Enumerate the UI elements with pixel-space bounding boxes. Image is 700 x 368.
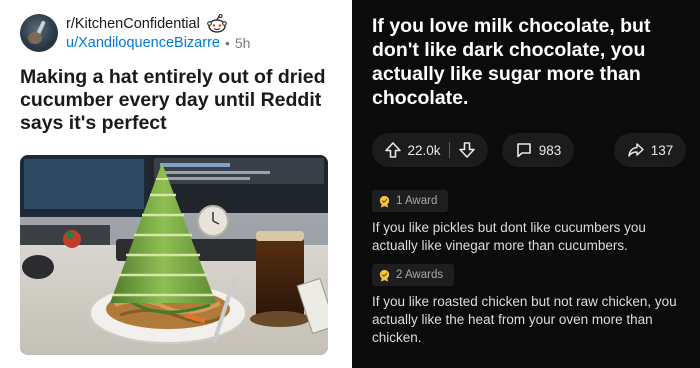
left-post-panel: r/KitchenConfidential u/XandiloquenceBiz… [0, 0, 352, 368]
post-title[interactable]: Making a hat entirely out of dried cucum… [20, 66, 342, 135]
right-post-panel: If you love milk chocolate, but don't li… [352, 0, 700, 368]
award-badge[interactable]: 1 Award [372, 190, 448, 212]
award-icon [379, 269, 390, 282]
award-label: 1 Award [396, 195, 438, 207]
post-header: r/KitchenConfidential u/XandiloquenceBiz… [20, 14, 250, 58]
author-username[interactable]: u/XandiloquenceBizarre [66, 34, 220, 53]
award-label: 2 Awards [396, 269, 444, 281]
upvote-count: 22.0k [407, 142, 441, 158]
post-meta: r/KitchenConfidential u/XandiloquenceBiz… [66, 14, 250, 53]
award-badge[interactable]: 2 Awards [372, 264, 454, 286]
share-count: 137 [650, 142, 674, 158]
meta-separator: • [224, 35, 230, 51]
downvote-arrow-icon[interactable] [458, 141, 476, 159]
subreddit-avatar[interactable] [20, 14, 58, 52]
avatar-food-shape [28, 32, 42, 44]
author-row: u/XandiloquenceBizarre • 5h [66, 34, 250, 53]
subreddit-row: r/KitchenConfidential [66, 14, 250, 34]
comment-text: If you like roasted chicken but not raw … [372, 294, 677, 345]
post-title-dark[interactable]: If you love milk chocolate, but don't li… [372, 14, 690, 110]
comment-count: 983 [538, 142, 562, 158]
post-age: 5h [234, 35, 251, 51]
upvote-arrow-icon[interactable] [384, 141, 402, 159]
share-button[interactable]: 137 [614, 133, 686, 167]
snoo-icon [206, 14, 228, 34]
award-icon [379, 195, 390, 208]
post-image[interactable] [20, 155, 328, 355]
cucumber-hat-photo [20, 155, 328, 355]
comments-button[interactable]: 983 [502, 133, 574, 167]
subreddit-name[interactable]: r/KitchenConfidential [66, 15, 200, 34]
comment-bubble-icon [515, 141, 533, 159]
vote-pill: 22.0k [372, 133, 488, 167]
comment-text: If you like pickles but dont like cucumb… [372, 220, 646, 253]
share-arrow-icon [627, 141, 645, 159]
vote-divider [448, 142, 450, 158]
